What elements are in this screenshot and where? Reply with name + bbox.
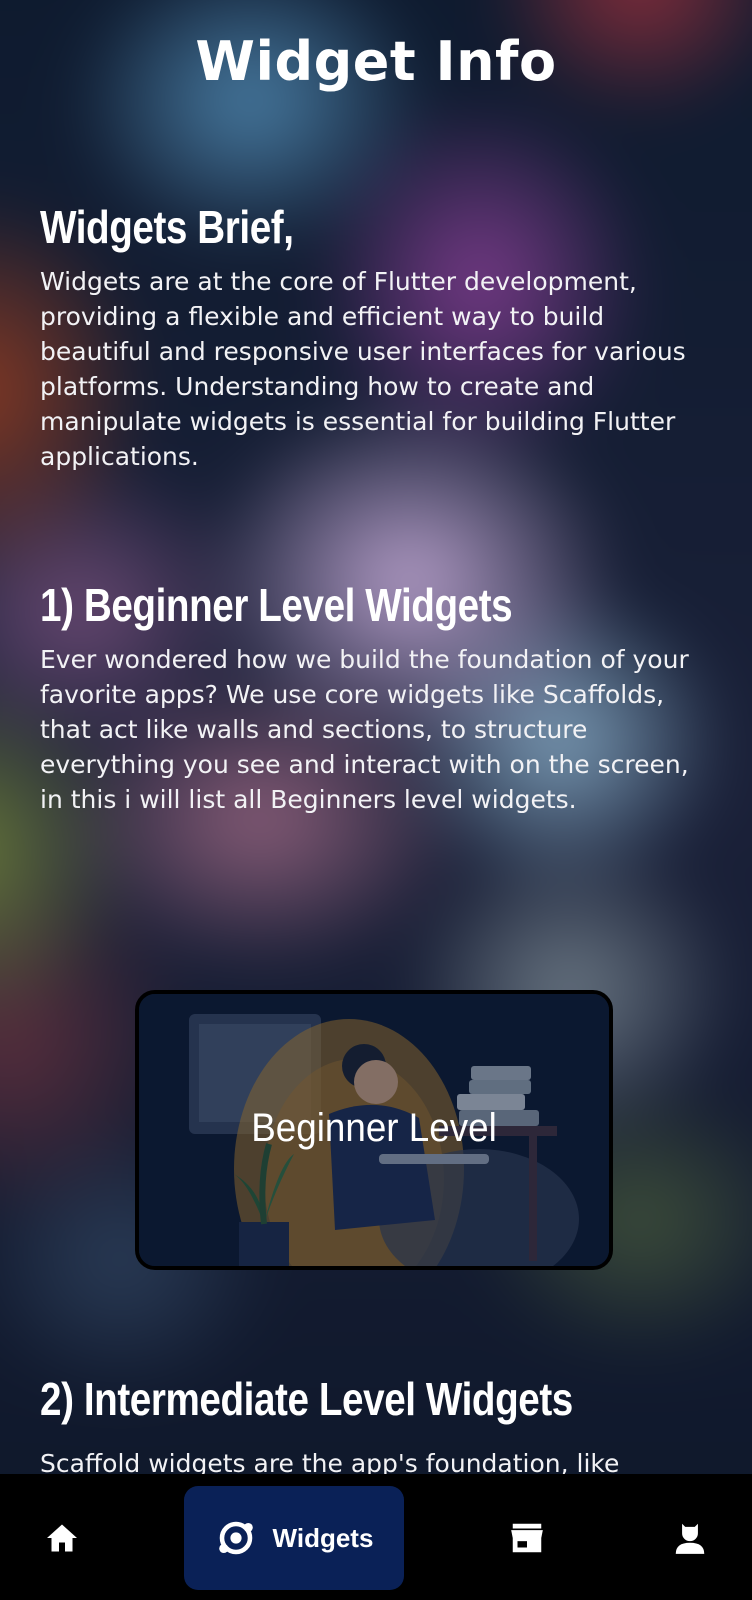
section-heading-brief: Widgets Brief, <box>40 201 294 253</box>
level-card-label: Beginner Level <box>251 1106 497 1150</box>
page-title: Widget Info <box>195 30 557 93</box>
section-text-beginner: Ever wondered how we build the foundatio… <box>40 645 689 814</box>
bottom-navigation-bar: Widgets <box>0 1474 752 1600</box>
home-icon <box>47 1524 77 1552</box>
section-heading-beginner: 1) Beginner Level Widgets <box>40 579 513 631</box>
scroll-content[interactable]: Widget Info Widgets Brief, Widgets are a… <box>0 0 752 1600</box>
store-icon <box>511 1523 543 1553</box>
nav-widgets-label: Widgets <box>272 1522 374 1553</box>
nav-home[interactable] <box>22 1486 102 1590</box>
widgets-icon <box>218 1521 253 1555</box>
section-heading-intermediate: 2) Intermediate Level Widgets <box>40 1373 573 1425</box>
nav-profile[interactable] <box>650 1486 730 1590</box>
section-text-brief: Widgets are at the core of Flutter devel… <box>40 267 686 471</box>
nav-widgets[interactable]: Widgets <box>184 1486 404 1590</box>
person-icon <box>675 1523 705 1554</box>
beginner-level-card[interactable]: Beginner Level <box>135 990 613 1270</box>
nav-store[interactable] <box>487 1486 567 1590</box>
